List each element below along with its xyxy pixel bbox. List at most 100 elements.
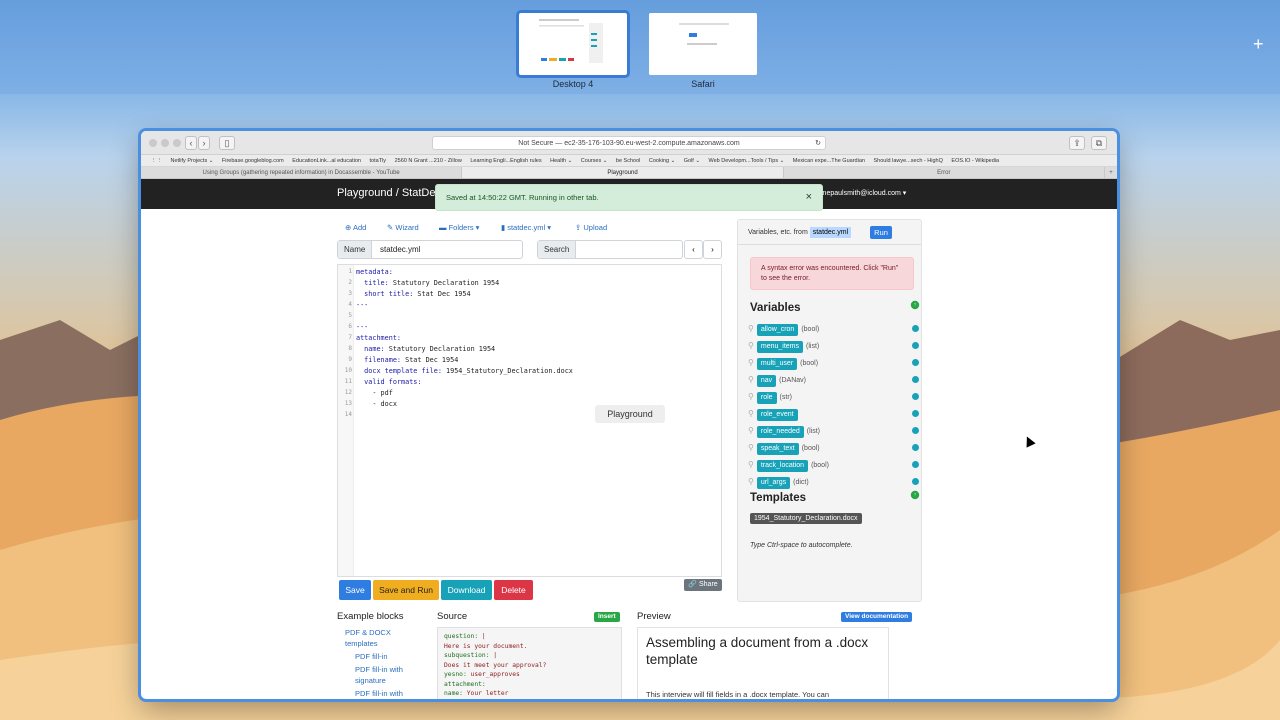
favorite-item[interactable]: EOS.IO - Wikipedia [951,158,999,164]
variable-badge[interactable]: allow_cron [756,324,799,336]
variable-type: (bool) [801,445,820,452]
close-icon[interactable]: × [806,185,812,210]
tabs-overview-icon[interactable]: ⧉ [1091,136,1107,150]
user-menu[interactable]: inepaulsmith@icloud.com ▾ [821,189,906,197]
search-prev-button[interactable]: ‹ [684,240,703,259]
favorite-item[interactable]: Health ⌄ [550,158,572,164]
favorite-item[interactable]: EducationLink...al education [292,158,361,164]
file-chip[interactable]: statdec.yml [809,227,852,238]
favorite-item[interactable]: Mexican expe...The Guardian [793,158,865,164]
tab-playground[interactable]: Playground [462,167,784,178]
info-icon[interactable] [912,478,919,485]
delete-button[interactable]: Delete [494,580,533,600]
address-bar[interactable]: Not Secure — ec2-35-176-103-90.eu-west-2… [432,136,826,150]
variable-type: (bool) [801,326,820,333]
download-button[interactable]: Download [441,580,492,600]
space-desktop-4-thumbnail[interactable] [516,10,630,78]
add-button[interactable]: ⊕ Add [345,223,366,232]
info-icon[interactable] [912,444,919,451]
example-item-link[interactable]: PDF fill-in with [355,688,415,699]
search-icon[interactable]: ⚲ [748,409,754,418]
info-icon[interactable] [912,325,919,332]
insert-button[interactable]: Insert [594,612,620,622]
template-file-badge[interactable]: 1954_Statutory_Declaration.docx [750,513,862,524]
info-icon[interactable] [912,359,919,366]
search-icon[interactable]: ⚲ [748,392,754,401]
search-icon[interactable]: ⚲ [748,358,754,367]
search-icon[interactable]: ⚲ [748,460,754,469]
variable-badge[interactable]: speak_text [756,443,799,455]
forward-icon[interactable]: › [198,136,210,150]
tab-youtube[interactable]: Using Groups (gathering repeated informa… [141,167,463,178]
info-icon[interactable] [912,376,919,383]
variable-badge[interactable]: nav [756,375,777,387]
favorite-item[interactable]: Golf ⌄ [684,158,700,164]
view-documentation-button[interactable]: View documentation [841,612,913,622]
space-safari-thumbnail[interactable] [649,13,757,75]
space-safari-label: Safari [691,79,715,89]
favorite-item[interactable]: Netlify Projects ⌄ [171,158,214,164]
favorite-item[interactable]: Learning Engli...English rules [470,158,541,164]
apps-grid-icon[interactable]: ⋮⋮ [151,158,162,164]
info-icon[interactable] [912,342,919,349]
favorite-item[interactable]: Firebase.googleblog.com [222,158,284,164]
variable-badge[interactable]: role_needed [756,426,804,438]
upload-button[interactable]: ⇪ Upload [575,223,607,232]
variable-badge[interactable]: track_location [756,460,809,472]
example-item-link[interactable]: PDF fill-in [355,651,415,662]
reload-icon[interactable]: ↻ [815,137,821,150]
close-window-button[interactable] [149,139,157,147]
info-icon[interactable] [912,393,919,400]
search-icon[interactable]: ⚲ [748,341,754,350]
variable-badge[interactable]: multi_user [756,358,798,370]
info-icon[interactable] [912,427,919,434]
favorite-item[interactable]: be School [616,158,640,164]
share-icon[interactable]: ⇪ [1069,136,1085,150]
name-input[interactable]: statdec.yml [380,241,420,258]
folders-dropdown[interactable]: ▬ Folders ▾ [439,223,479,232]
line-number: 8 [348,345,352,352]
favorite-item[interactable]: Courses ⌄ [581,158,608,164]
favorite-item[interactable]: 2560 N Grant ...210 - Zillow [395,158,462,164]
wizard-button[interactable]: ✎ Wizard [387,223,419,232]
new-tab-icon[interactable]: + [1105,167,1117,178]
info-icon[interactable] [912,410,919,417]
share-button[interactable]: 🔗 Share [684,579,722,591]
search-icon[interactable]: ⚲ [748,443,754,452]
search-next-button[interactable]: › [703,240,722,259]
variable-badge[interactable]: role [756,392,777,404]
info-icon[interactable] [912,461,919,468]
line-number: 6 [348,323,352,330]
favorite-item[interactable]: Should lawye...sech - HighQ [873,158,942,164]
save-button[interactable]: Save [339,580,371,600]
variable-row: ⚲ url_args (dict) [748,475,809,489]
code-line: valid formats: [356,378,421,386]
sidebar-icon[interactable]: ▯ [219,136,235,150]
zoom-window-button[interactable] [173,139,181,147]
variable-badge[interactable]: menu_items [756,341,803,353]
help-icon[interactable]: ? [910,300,920,310]
favorite-item[interactable]: totaTly [370,158,387,164]
favorite-item[interactable]: Web Developm...Tools / Tips ⌄ [709,158,785,164]
tab-error[interactable]: Error [784,167,1105,178]
safari-window: ‹ › ▯ Not Secure — ec2-35-176-103-90.eu-… [141,131,1117,699]
search-icon[interactable]: ⚲ [748,426,754,435]
search-icon[interactable]: ⚲ [748,375,754,384]
file-dropdown[interactable]: ▮ statdec.yml ▾ [501,223,551,232]
variable-type: (list) [806,343,820,350]
page-title[interactable]: Playground / StatDec [337,187,441,199]
example-item-link[interactable]: PDF fill-in with signature [355,664,415,686]
favorite-item[interactable]: Cooking ⌄ [649,158,675,164]
variable-badge[interactable]: role_event [756,409,798,421]
save-and-run-button[interactable]: Save and Run [373,580,439,600]
search-icon[interactable]: ⚲ [748,324,754,333]
help-icon[interactable]: ? [910,490,920,500]
add-space-button[interactable]: + [1253,34,1264,55]
back-icon[interactable]: ‹ [185,136,197,150]
search-icon[interactable]: ⚲ [748,477,754,486]
example-category-link[interactable]: PDF & DOCX templates [345,627,415,649]
variable-badge[interactable]: url_args [756,477,791,489]
minimize-window-button[interactable] [161,139,169,147]
run-button[interactable]: Run [870,226,892,239]
code-line: attachment: [356,334,401,342]
